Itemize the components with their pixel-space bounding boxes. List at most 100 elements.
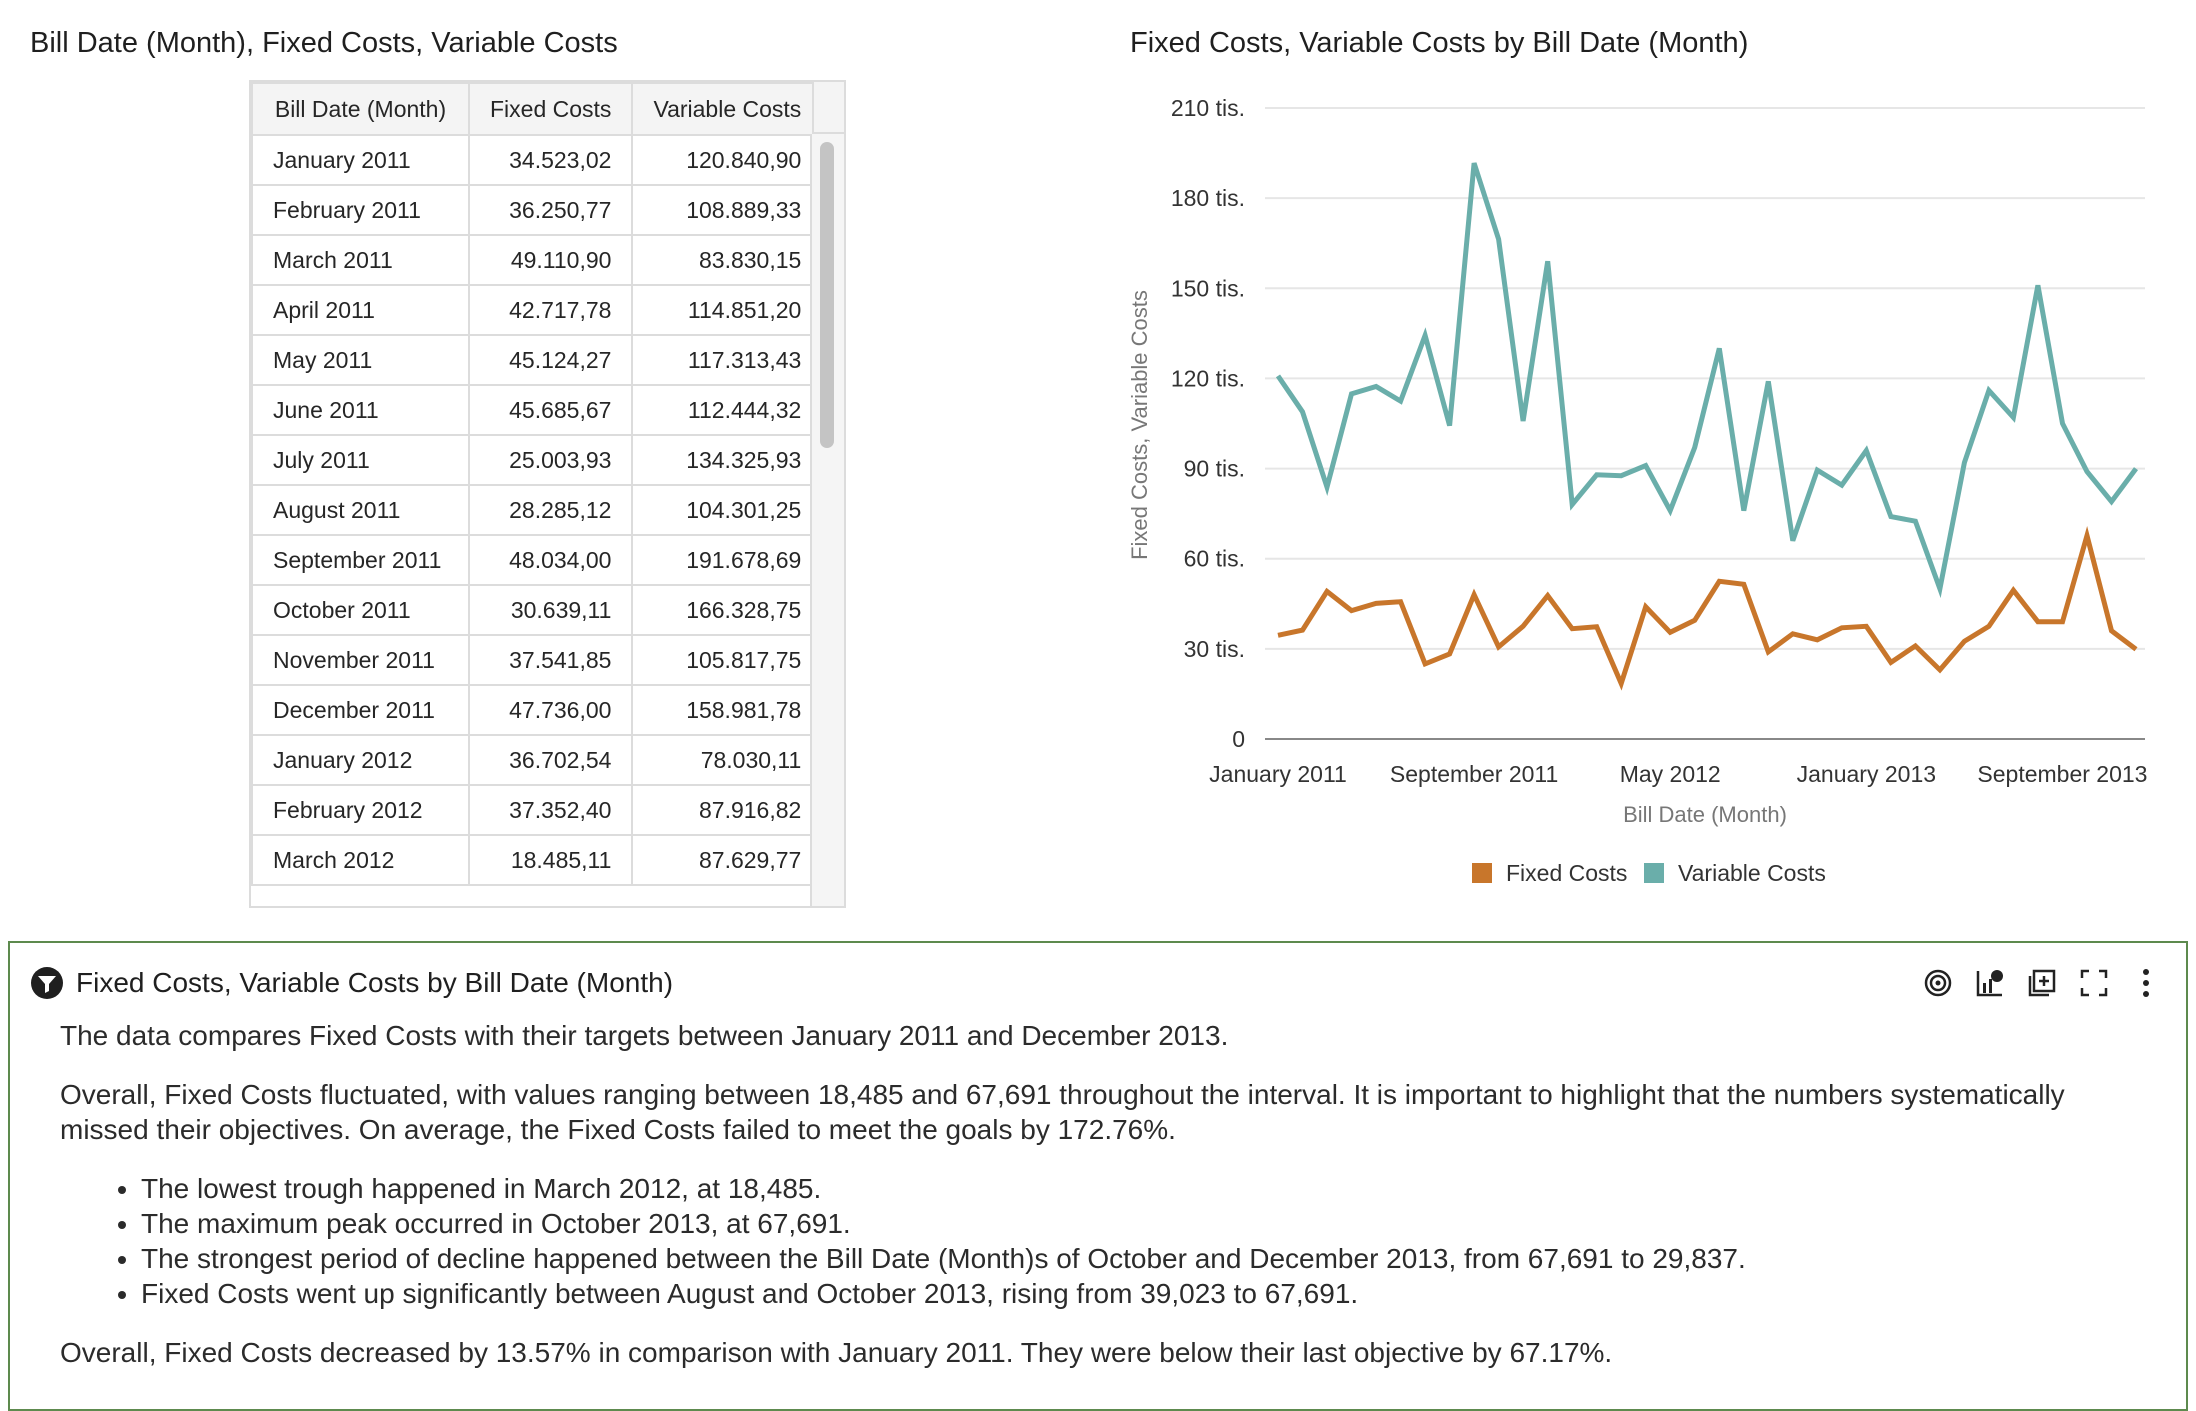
cell-fixed-costs: 45.685,67 [467, 384, 634, 436]
cell-bill-date: August 2011 [251, 484, 470, 536]
data-table: Bill Date (Month) Fixed Costs Variable C… [249, 80, 846, 908]
narrative-bullets: The lowest trough happened in March 2012… [60, 1171, 2160, 1311]
table-scrollbar[interactable] [810, 134, 844, 906]
cell-bill-date: September 2011 [251, 534, 470, 586]
narrative-bullet: The maximum peak occurred in October 201… [141, 1206, 2160, 1241]
table-panel-title: Bill Date (Month), Fixed Costs, Variable… [30, 27, 618, 59]
cell-fixed-costs: 36.250,77 [467, 184, 634, 236]
narrative-header: Fixed Costs, Variable Costs by Bill Date… [30, 963, 673, 1003]
y-tick-label: 210 tis. [1171, 95, 1245, 121]
series-line-variable-costs [1275, 162, 2139, 599]
add-to-canvas-icon[interactable] [2022, 963, 2062, 1003]
cell-variable-costs: 87.629,77 [631, 834, 824, 886]
cell-variable-costs: 105.817,75 [631, 634, 824, 686]
scrollbar-header-cell [812, 82, 844, 134]
cell-bill-date: January 2011 [251, 134, 470, 186]
y-tick-label: 60 tis. [1184, 546, 1245, 572]
y-axis-title: Fixed Costs, Variable Costs [1127, 290, 1152, 560]
scrollbar-thumb[interactable] [820, 142, 834, 448]
cell-variable-costs: 166.328,75 [631, 584, 824, 636]
cell-variable-costs: 83.830,15 [631, 234, 824, 286]
y-tick-label: 150 tis. [1171, 275, 1245, 301]
table-row[interactable]: March 2012 18.485,11 87.629,77 [251, 834, 824, 886]
x-tick-label: January 2013 [1797, 761, 1936, 787]
y-tick-label: 0 [1232, 726, 1245, 752]
cell-bill-date: December 2011 [251, 684, 470, 736]
cell-fixed-costs: 37.541,85 [467, 634, 634, 686]
cell-fixed-costs: 36.702,54 [467, 734, 634, 786]
cell-fixed-costs: 47.736,00 [467, 684, 634, 736]
cell-fixed-costs: 45.124,27 [467, 334, 634, 386]
cell-fixed-costs: 49.110,90 [467, 234, 634, 286]
x-axis-title: Bill Date (Month) [1623, 802, 1787, 827]
y-tick-label: 90 tis. [1184, 456, 1245, 482]
chart-panel-title: Fixed Costs, Variable Costs by Bill Date… [1130, 27, 1749, 59]
narrative-body: The data compares Fixed Costs with their… [60, 1018, 2160, 1394]
cell-bill-date: October 2011 [251, 584, 470, 636]
table-row[interactable]: December 2011 47.736,00 158.981,78 [251, 684, 824, 736]
cell-variable-costs: 87.916,82 [631, 784, 824, 836]
filter-icon[interactable] [30, 966, 64, 1000]
cell-variable-costs: 78.030,11 [631, 734, 824, 786]
cell-variable-costs: 120.840,90 [631, 134, 824, 186]
cell-bill-date: June 2011 [251, 384, 470, 436]
line-chart: 0 30 tis. 60 tis. 90 tis. 120 tis. 150 tis. 18… [1127, 95, 2147, 886]
table-row[interactable]: May 2011 45.124,27 117.313,43 [251, 334, 824, 386]
table-row[interactable]: November 2011 37.541,85 105.817,75 [251, 634, 824, 686]
more-options-icon[interactable] [2126, 963, 2166, 1003]
table-header-row: Bill Date (Month) Fixed Costs Variable C… [251, 82, 824, 136]
cell-fixed-costs: 30.639,11 [467, 584, 634, 636]
column-header-variable-costs[interactable]: Variable Costs [631, 82, 824, 136]
cell-variable-costs: 112.444,32 [631, 384, 824, 436]
table-row[interactable]: September 2011 48.034,00 191.678,69 [251, 534, 824, 586]
cell-variable-costs: 191.678,69 [631, 534, 824, 586]
table-row[interactable]: July 2011 25.003,93 134.325,93 [251, 434, 824, 486]
y-tick-label: 180 tis. [1171, 185, 1245, 211]
y-tick-label: 120 tis. [1171, 365, 1245, 391]
table-grid: Bill Date (Month) Fixed Costs Variable C… [251, 82, 824, 886]
narrative-toolbar [1906, 963, 2166, 1003]
narrative-paragraph-2: Overall, Fixed Costs fluctuated, with va… [60, 1079, 2065, 1145]
narrative-paragraph-1: The data compares Fixed Costs with their… [60, 1020, 1229, 1051]
narrative-panel: Fixed Costs, Variable Costs by Bill Date… [8, 941, 2188, 1411]
x-tick-label: September 2011 [1390, 761, 1558, 787]
fullscreen-icon[interactable] [2074, 963, 2114, 1003]
legend-swatch [1472, 863, 1492, 883]
cell-fixed-costs: 42.717,78 [467, 284, 634, 336]
table-row[interactable]: February 2012 37.352,40 87.916,82 [251, 784, 824, 836]
table-row[interactable]: March 2011 49.110,90 83.830,15 [251, 234, 824, 286]
legend-label: Variable Costs [1678, 860, 1826, 886]
cell-bill-date: April 2011 [251, 284, 470, 336]
cell-fixed-costs: 37.352,40 [467, 784, 634, 836]
narrative-bullet: Fixed Costs went up significantly betwee… [141, 1276, 2160, 1311]
cell-bill-date: January 2012 [251, 734, 470, 786]
cell-bill-date: March 2011 [251, 234, 470, 286]
target-icon[interactable] [1918, 963, 1958, 1003]
column-header-fixed-costs[interactable]: Fixed Costs [467, 82, 634, 136]
table-row[interactable]: June 2011 45.685,67 112.444,32 [251, 384, 824, 436]
cell-bill-date: March 2012 [251, 834, 470, 886]
chart-settings-icon[interactable] [1970, 963, 2010, 1003]
x-tick-label: January 2011 [1209, 761, 1347, 787]
table-row[interactable]: January 2012 36.702,54 78.030,11 [251, 734, 824, 786]
cell-fixed-costs: 18.485,11 [467, 834, 634, 886]
table-row[interactable]: April 2011 42.717,78 114.851,20 [251, 284, 824, 336]
y-tick-label: 30 tis. [1184, 636, 1245, 662]
table-row[interactable]: August 2011 28.285,12 104.301,25 [251, 484, 824, 536]
x-tick-label: May 2012 [1620, 761, 1721, 787]
cell-bill-date: February 2012 [251, 784, 470, 836]
cell-variable-costs: 117.313,43 [631, 334, 824, 386]
table-row[interactable]: October 2011 30.639,11 166.328,75 [251, 584, 824, 636]
table-row[interactable]: February 2011 36.250,77 108.889,33 [251, 184, 824, 236]
x-tick-label: September 2013 [1977, 761, 2147, 787]
narrative-title: Fixed Costs, Variable Costs by Bill Date… [76, 967, 674, 998]
cell-variable-costs: 114.851,20 [631, 284, 824, 336]
cell-variable-costs: 134.325,93 [631, 434, 824, 486]
cell-variable-costs: 104.301,25 [631, 484, 824, 536]
table-row[interactable]: January 2011 34.523,02 120.840,90 [251, 134, 824, 186]
cell-bill-date: February 2011 [251, 184, 470, 236]
narrative-paragraph-3: Overall, Fixed Costs decreased by 13.57%… [60, 1337, 1613, 1368]
narrative-bullet: The strongest period of decline happened… [141, 1241, 2160, 1276]
narrative-bullet: The lowest trough happened in March 2012… [141, 1171, 2160, 1206]
column-header-bill-date[interactable]: Bill Date (Month) [251, 82, 470, 136]
